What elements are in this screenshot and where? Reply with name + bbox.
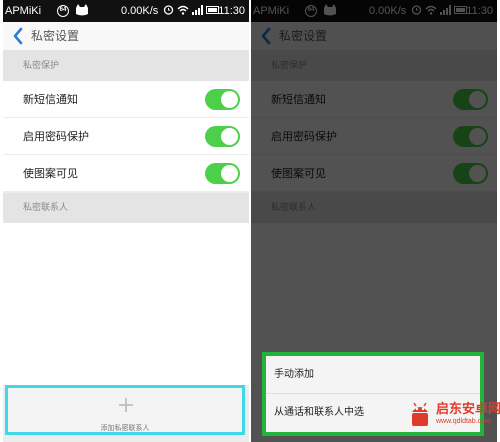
clock: 11:30 (218, 5, 245, 17)
setting-row-password[interactable]: 启用密码保护 (3, 118, 249, 155)
page-title: 私密设置 (31, 29, 80, 43)
add-contact-label: 添加私密联系人 (100, 424, 150, 432)
site-watermark: 启东安卓网 www.qdldtab.com (408, 398, 500, 438)
wifi-icon (177, 5, 189, 15)
toggle-switch[interactable] (205, 126, 240, 147)
toggle-knob (221, 91, 238, 108)
app-bar: 私密设置 (3, 22, 249, 51)
watermark-url: www.qdldtab.com (436, 418, 491, 425)
chevron-left-icon[interactable] (10, 26, 26, 46)
right-phone-screen: APMiKi 64 0.00K/s 11:30 私密设置 私密保护 新短信通知 (251, 0, 497, 442)
watermark-title: 启东安卓网 (436, 402, 500, 417)
section-header-contacts: 私密联系人 (3, 193, 249, 223)
section-header-protection: 私密保护 (3, 51, 249, 81)
comparison-stage: APMiKi 64 0.00K/s 11:30 私密设置 私密保护 新短信通知 (0, 0, 500, 442)
network-speed: 0.00K/s (121, 5, 159, 17)
setting-label: 新短信通知 (23, 93, 78, 106)
option-manual-add[interactable]: 手动添加 (266, 356, 480, 394)
alarm-icon (163, 5, 174, 15)
setting-label: 启用密码保护 (23, 130, 89, 143)
android-logo-icon (412, 402, 428, 426)
setting-label: 使图案可见 (23, 167, 78, 180)
add-contact-button[interactable]: 添加私密联系人 (5, 385, 245, 435)
battery-icon (206, 5, 219, 14)
toggle-switch[interactable] (205, 89, 240, 110)
plus-icon (119, 398, 133, 412)
toggle-switch[interactable] (205, 163, 240, 184)
cat-icon (76, 4, 88, 16)
contacts-list-empty (3, 223, 249, 385)
notification-badge-icon: 64 (57, 5, 69, 17)
status-bar: APMiKi 64 0.00K/s 11:30 (3, 0, 249, 22)
signal-icon (192, 4, 203, 15)
setting-row-pattern-visible[interactable]: 使图案可见 (3, 155, 249, 192)
setting-row-sms-notify[interactable]: 新短信通知 (3, 81, 249, 118)
toggle-knob (221, 165, 238, 182)
status-icons (163, 4, 219, 15)
carrier-name: APMiKi (5, 5, 42, 17)
left-phone-screen: APMiKi 64 0.00K/s 11:30 私密设置 私密保护 新短信通知 (3, 0, 249, 442)
toggle-knob (221, 128, 238, 145)
